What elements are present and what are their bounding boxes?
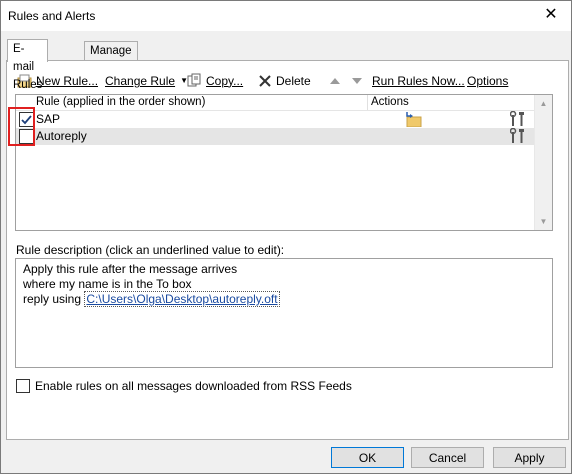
checkmark-icon (21, 115, 32, 125)
rule-row-sap[interactable]: SAP (16, 111, 534, 128)
rules-and-alerts-dialog: Rules and Alerts ✕ E-mail Rules Manage A… (0, 0, 572, 474)
title-bar: Rules and Alerts ✕ (1, 1, 571, 31)
rules-list-scrollbar[interactable]: ▲ ▼ (534, 95, 552, 230)
new-rule-label: New Rule... (36, 74, 99, 88)
copy-button[interactable]: Copy... (187, 71, 243, 91)
email-rules-panel: New Rule... Change Rule ▼ Copy... Delete (6, 60, 569, 440)
apply-button[interactable]: Apply (493, 447, 566, 468)
description-line: reply using C:\Users\Olga\Desktop\autore… (23, 291, 280, 307)
scroll-down-icon[interactable]: ▼ (535, 213, 552, 230)
arrow-up-icon (327, 73, 343, 89)
description-text: reply using (23, 292, 82, 306)
column-divider[interactable] (367, 95, 368, 110)
options-button[interactable]: Options (467, 71, 508, 91)
delete-label: Delete (276, 74, 311, 88)
rule-description-label: Rule description (click an underlined va… (16, 243, 285, 257)
ok-button[interactable]: OK (331, 447, 404, 468)
rss-rules-label: Enable rules on all messages downloaded … (35, 379, 352, 393)
rule-row-autoreply[interactable]: Autoreply (16, 128, 534, 145)
rss-rules-option[interactable]: Enable rules on all messages downloaded … (16, 379, 352, 393)
column-header-rule[interactable]: Rule (applied in the order shown) (36, 95, 205, 110)
move-to-folder-icon (406, 112, 422, 127)
change-rule-button[interactable]: Change Rule ▼ (105, 71, 188, 91)
rule-enabled-checkbox-autoreply[interactable] (19, 129, 34, 144)
move-up-button[interactable] (327, 71, 343, 91)
rule-tools-icon (510, 111, 524, 126)
move-down-button[interactable] (349, 71, 365, 91)
rule-name: SAP (36, 112, 61, 126)
close-icon[interactable]: ✕ (541, 5, 561, 25)
description-line: Apply this rule after the message arrive… (23, 262, 238, 276)
rules-list-header: Rule (applied in the order shown) Action… (16, 95, 534, 111)
delete-x-icon (257, 73, 273, 89)
rule-tools-icon (510, 128, 524, 143)
copy-label: Copy... (206, 74, 244, 88)
cancel-button[interactable]: Cancel (411, 447, 484, 468)
run-rules-now-label: Run Rules Now... (372, 74, 465, 88)
rss-rules-checkbox[interactable] (16, 379, 30, 393)
rule-enabled-checkbox-sap[interactable] (19, 112, 34, 127)
change-rule-label: Change Rule (105, 74, 176, 88)
rule-description-box: Apply this rule after the message arrive… (15, 258, 553, 368)
scroll-up-icon[interactable]: ▲ (535, 95, 552, 112)
rules-list[interactable]: Rule (applied in the order shown) Action… (15, 94, 553, 231)
run-rules-now-button[interactable]: Run Rules Now... (372, 71, 465, 91)
delete-button[interactable]: Delete (257, 71, 311, 91)
tab-manage-alerts[interactable]: Manage Alerts (84, 41, 138, 75)
column-header-actions[interactable]: Actions (371, 95, 409, 110)
description-line: where my name is in the To box (23, 277, 192, 291)
dialog-title: Rules and Alerts (8, 9, 96, 23)
tab-email-rules[interactable]: E-mail Rules (7, 39, 49, 91)
template-path-link[interactable]: C:\Users\Olga\Desktop\autoreply.oft (84, 291, 280, 307)
copy-icon (187, 73, 203, 89)
rule-name: Autoreply (36, 129, 87, 143)
arrow-down-icon (349, 73, 365, 89)
options-label: Options (467, 74, 509, 88)
